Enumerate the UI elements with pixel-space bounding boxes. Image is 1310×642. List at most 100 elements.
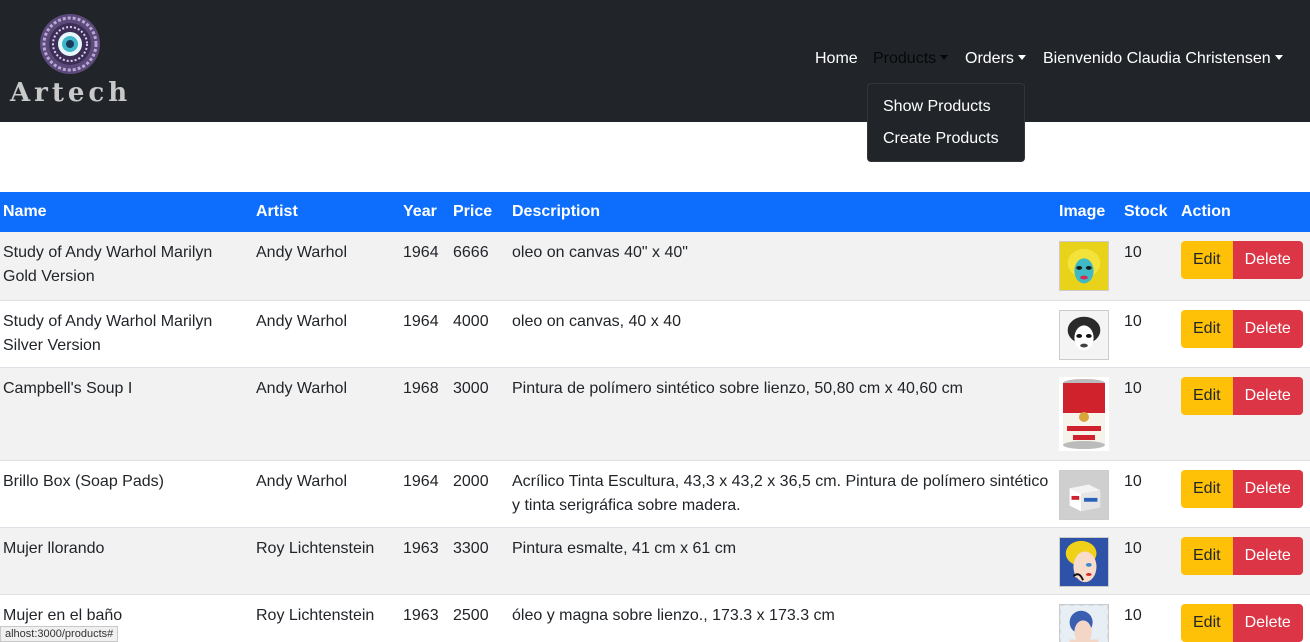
products-table: Name Artist Year Price Description Image… [0,192,1310,642]
cell-year: 1964 [400,300,450,368]
edit-button[interactable]: Edit [1181,536,1233,575]
cell-description: Pintura esmalte, 41 cm x 61 cm [509,527,1056,595]
header-action: Action [1181,203,1231,220]
dropdown-item-show-products[interactable]: Show Products [883,98,991,116]
brand-logo-link[interactable]: Artech [8,10,132,110]
cell-artist: Andy Warhol [253,300,400,368]
header-name: Name [3,203,47,220]
cell-action: Edit Delete [1178,300,1310,368]
table-row: Study of Andy Warhol Marilyn Gold Versio… [0,232,1310,301]
header-image: Image [1059,203,1106,220]
cell-price: 3000 [450,367,509,461]
nav-home[interactable]: Home [815,50,858,68]
action-button-group: Edit Delete [1181,241,1307,279]
nav-products[interactable]: Products [873,50,949,68]
cell-stock: 10 [1121,232,1178,301]
delete-button[interactable]: Delete [1232,376,1303,415]
cell-artist: Andy Warhol [253,232,400,301]
products-dropdown-menu: Show Products Create Products [867,83,1025,162]
header-year: Year [403,203,437,220]
cell-year: 1968 [400,367,450,461]
cell-action: Edit Delete [1178,232,1310,301]
cell-image [1056,527,1121,595]
cell-image [1056,367,1121,461]
nav-products-label: Products [873,50,937,67]
edit-button[interactable]: Edit [1181,469,1233,508]
nav-orders-label: Orders [965,50,1014,67]
edit-button[interactable]: Edit [1181,309,1233,348]
marilyn-silver-thumbnail [1059,309,1109,360]
edit-button[interactable]: Edit [1181,603,1233,642]
cell-description: Pintura de polímero sintético sobre lien… [509,367,1056,461]
brand-name: Artech [10,78,132,108]
cell-artist: Andy Warhol [253,460,400,528]
nav-user-menu[interactable]: Bienvenido Claudia Christensen [1043,50,1283,68]
cell-action: Edit Delete [1178,367,1310,461]
crying-woman-thumbnail [1059,536,1109,587]
brillo-box-thumbnail [1059,469,1109,520]
chevron-down-icon [940,55,949,60]
cell-year: 1964 [400,460,450,528]
table-row: Brillo Box (Soap Pads) Andy Warhol 1964 … [0,460,1310,528]
table-row: Mujer llorando Roy Lichtenstein 1963 330… [0,527,1310,595]
action-button-group: Edit Delete [1181,603,1307,642]
woman-bath-thumbnail [1059,603,1109,642]
cell-name: Study of Andy Warhol Marilyn Gold Versio… [0,232,253,301]
table-row: Study of Andy Warhol Marilyn Silver Vers… [0,300,1310,368]
header-artist: Artist [256,203,298,220]
delete-button[interactable]: Delete [1232,309,1303,348]
cell-price: 6666 [450,232,509,301]
browser-status-bar: alhost:3000/products# [0,626,119,642]
nav-orders[interactable]: Orders [965,50,1026,68]
table-row: Campbell's Soup I Andy Warhol 1968 3000 … [0,367,1310,461]
cell-year: 1964 [400,232,450,301]
cell-description: oleo on canvas 40" x 40" [509,232,1056,301]
cell-year: 1963 [400,527,450,595]
cell-description: óleo y magna sobre lienzo., 173.3 x 173.… [509,594,1056,642]
products-table-wrapper: Name Artist Year Price Description Image… [0,192,1310,642]
cell-artist: Roy Lichtenstein [253,527,400,595]
cell-name: Study of Andy Warhol Marilyn Silver Vers… [0,300,253,368]
cell-action: Edit Delete [1178,594,1310,642]
header-description: Description [512,203,601,220]
chevron-down-icon [1017,55,1026,60]
cell-stock: 10 [1121,300,1178,368]
cell-price: 3300 [450,527,509,595]
action-button-group: Edit Delete [1181,309,1307,348]
cell-artist: Andy Warhol [253,367,400,461]
delete-button[interactable]: Delete [1232,603,1303,642]
cell-price: 2000 [450,460,509,528]
cell-price: 4000 [450,300,509,368]
cell-image [1056,300,1121,368]
cell-action: Edit Delete [1178,527,1310,595]
cell-stock: 10 [1121,527,1178,595]
nav-user-label: Bienvenido Claudia Christensen [1043,50,1271,67]
top-navbar: Artech Home Products Orders Bienvenido C… [0,0,1310,162]
cell-stock: 10 [1121,594,1178,642]
cell-description: Acrílico Tinta Escultura, 43,3 x 43,2 x … [509,460,1056,528]
cell-action: Edit Delete [1178,460,1310,528]
chevron-down-icon [1274,55,1283,60]
delete-button[interactable]: Delete [1232,469,1303,508]
campbell-soup-thumbnail [1059,376,1109,451]
cell-image [1056,232,1121,301]
cell-stock: 10 [1121,367,1178,461]
cell-price: 2500 [450,594,509,642]
cell-name: Campbell's Soup I [0,367,253,461]
marilyn-gold-thumbnail [1059,241,1109,291]
edit-button[interactable]: Edit [1181,241,1233,279]
action-button-group: Edit Delete [1181,469,1307,508]
delete-button[interactable]: Delete [1232,241,1303,279]
delete-button[interactable]: Delete [1232,536,1303,575]
header-stock: Stock [1124,203,1168,220]
cell-image [1056,594,1121,642]
cell-image [1056,460,1121,528]
table-row: Mujer en el baño Roy Lichtenstein 1963 2… [0,594,1310,642]
cell-year: 1963 [400,594,450,642]
cell-name: Brillo Box (Soap Pads) [0,460,253,528]
dropdown-item-create-products[interactable]: Create Products [883,130,999,148]
edit-button[interactable]: Edit [1181,376,1233,415]
header-price: Price [453,203,493,220]
action-button-group: Edit Delete [1181,536,1307,575]
action-button-group: Edit Delete [1181,376,1307,415]
